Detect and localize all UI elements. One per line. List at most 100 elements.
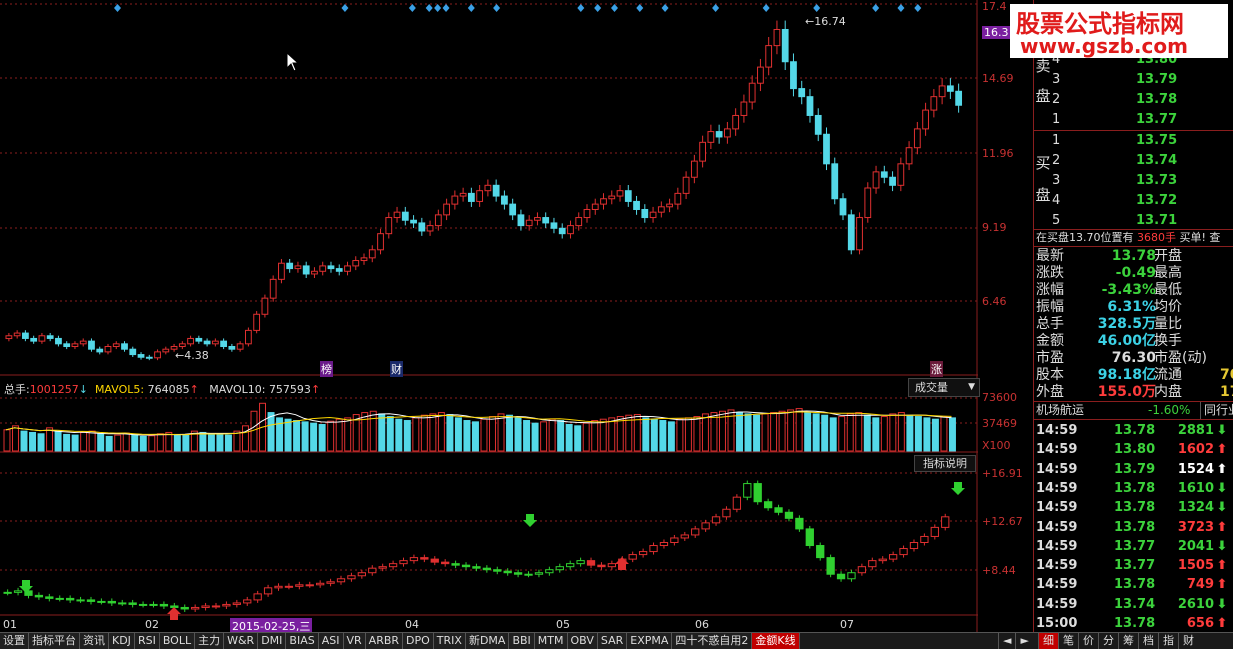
volume-bar bbox=[88, 430, 96, 452]
volume-bar bbox=[506, 414, 514, 452]
price-axis-label-current: 16.3 bbox=[982, 26, 1011, 39]
side-tab-7[interactable]: 财 bbox=[1178, 633, 1198, 649]
event-marker-finance[interactable]: 财 bbox=[390, 361, 403, 377]
volume-bar bbox=[463, 420, 471, 452]
tab-3[interactable]: KDJ bbox=[109, 633, 135, 649]
volume-bar bbox=[369, 410, 377, 452]
indicator-body bbox=[66, 597, 75, 601]
tick-row: 14:59 13.77 1505 ⬆ bbox=[1036, 558, 1228, 574]
volume-bar bbox=[940, 416, 948, 452]
volume-bar bbox=[148, 435, 156, 452]
tab-16[interactable]: BBI bbox=[509, 633, 535, 649]
bid-row[interactable]: 3 13.73 bbox=[1052, 171, 1233, 191]
bid-row[interactable]: 1 13.75 bbox=[1052, 131, 1233, 151]
indicator-body bbox=[493, 569, 502, 572]
indicator-body bbox=[878, 558, 887, 562]
indicator-body bbox=[524, 573, 533, 576]
side-tab-0[interactable]: 细 bbox=[1038, 633, 1058, 649]
ind-axis-label: +8.44 bbox=[982, 564, 1016, 577]
side-tab-3[interactable]: 分 bbox=[1098, 633, 1118, 649]
candle-body bbox=[847, 214, 855, 251]
tab-11[interactable]: VR bbox=[343, 633, 366, 649]
ask-row[interactable]: 2 13.78 bbox=[1052, 90, 1233, 110]
tab-4[interactable]: RSI bbox=[134, 633, 160, 649]
tab-18[interactable]: OBV bbox=[567, 633, 598, 649]
arrow-up-icon: ⬆ bbox=[1216, 519, 1228, 535]
volume-bar bbox=[207, 433, 215, 452]
volume-bar bbox=[489, 416, 496, 452]
side-tab-2[interactable]: 价 bbox=[1078, 633, 1098, 649]
candle-body bbox=[319, 265, 327, 272]
scroll-left-button[interactable]: ◄ bbox=[998, 633, 1015, 649]
sector-row[interactable]: 机场航运 -1.60% 同行业 bbox=[1036, 402, 1233, 419]
bid-row[interactable]: 2 13.74 bbox=[1052, 151, 1233, 171]
side-tab-1[interactable]: 笔 bbox=[1058, 633, 1078, 649]
tab-7[interactable]: W&R bbox=[224, 633, 259, 649]
tab-12[interactable]: ARBR bbox=[365, 633, 404, 649]
ask-row[interactable]: 3 13.79 bbox=[1052, 70, 1233, 90]
tab-15[interactable]: 新DMA bbox=[465, 633, 510, 649]
side-tab-4[interactable]: 筹 bbox=[1118, 633, 1138, 649]
indicator-explain-button[interactable]: 指标说明 bbox=[914, 455, 976, 472]
indicator-dropdown[interactable]: 成交量 ▼ bbox=[908, 378, 980, 397]
candle-body bbox=[426, 225, 434, 232]
tab-13[interactable]: DPO bbox=[403, 633, 434, 649]
tab-20[interactable]: EXPMA bbox=[627, 633, 673, 649]
tab-21[interactable]: 四十不惑自用2 bbox=[672, 633, 753, 649]
volume-bar bbox=[684, 417, 692, 452]
candle-body bbox=[46, 335, 54, 339]
kline-chart-area[interactable] bbox=[0, 0, 978, 632]
tab-0[interactable]: 设置 bbox=[0, 633, 29, 649]
tab-10[interactable]: ASI bbox=[318, 633, 344, 649]
event-marker-list[interactable]: 榜 bbox=[320, 361, 333, 377]
indicator-body bbox=[253, 593, 262, 601]
tab-5[interactable]: BOLL bbox=[159, 633, 196, 649]
signal-diamond-icon bbox=[341, 4, 349, 12]
tab-1[interactable]: 指标平台 bbox=[29, 633, 80, 649]
volume-bar bbox=[267, 412, 275, 452]
tab-14[interactable]: TRIX bbox=[433, 633, 466, 649]
volume-bar bbox=[906, 414, 914, 452]
candle-body bbox=[261, 297, 269, 315]
candle-body bbox=[137, 354, 145, 358]
candle-body bbox=[121, 343, 128, 350]
volume-bar bbox=[318, 424, 326, 452]
sell-signal-arrow-icon bbox=[951, 482, 965, 495]
volume-bar bbox=[97, 433, 105, 452]
tab-17[interactable]: MTM bbox=[534, 633, 568, 649]
ask-row[interactable]: 1 13.77 bbox=[1052, 110, 1233, 130]
volume-bar bbox=[863, 414, 871, 452]
side-tab-6[interactable]: 指 bbox=[1158, 633, 1178, 649]
candle-body bbox=[889, 176, 896, 186]
tick-row: 14:59 13.74 2610 ⬇ bbox=[1036, 596, 1228, 612]
candle-body bbox=[38, 335, 46, 342]
scroll-right-button[interactable]: ► bbox=[1015, 633, 1032, 649]
quote-row: 振幅 6.31% 均价 bbox=[1036, 299, 1182, 315]
bid-row[interactable]: 5 13.71 bbox=[1052, 211, 1233, 231]
candle-body bbox=[575, 217, 583, 227]
signal-diamond-icon bbox=[636, 4, 644, 12]
tab-6[interactable]: 主力 bbox=[195, 633, 225, 649]
indicator-body bbox=[701, 522, 710, 530]
candle-body bbox=[501, 195, 508, 205]
candle-body bbox=[558, 227, 566, 235]
tab-9[interactable]: BIAS bbox=[286, 633, 319, 649]
tab-19[interactable]: SAR bbox=[597, 633, 628, 649]
side-tab-5[interactable]: 档 bbox=[1138, 633, 1158, 649]
candle-body bbox=[839, 198, 847, 216]
watermark-logo: 股票公式指标网 www.gszb.com bbox=[1010, 4, 1228, 58]
tab-22[interactable]: 金额K线 bbox=[752, 633, 800, 649]
volume-bar bbox=[565, 424, 573, 452]
volume-bar bbox=[574, 425, 582, 452]
tab-8[interactable]: DMI bbox=[258, 633, 287, 649]
volume-bar bbox=[770, 412, 778, 452]
event-marker-limitup[interactable]: 涨 bbox=[930, 361, 943, 377]
tab-2[interactable]: 资讯 bbox=[80, 633, 109, 649]
indicator-body bbox=[847, 572, 856, 580]
volume-bar bbox=[12, 425, 19, 452]
volume-bar bbox=[540, 421, 548, 452]
indicator-body bbox=[263, 587, 273, 595]
big-order-notice[interactable]: 在买盘13.70位置有 3680手 买单! 查 bbox=[1036, 230, 1233, 246]
kline-chart-svg[interactable] bbox=[0, 0, 978, 632]
bid-row[interactable]: 4 13.72 bbox=[1052, 191, 1233, 211]
